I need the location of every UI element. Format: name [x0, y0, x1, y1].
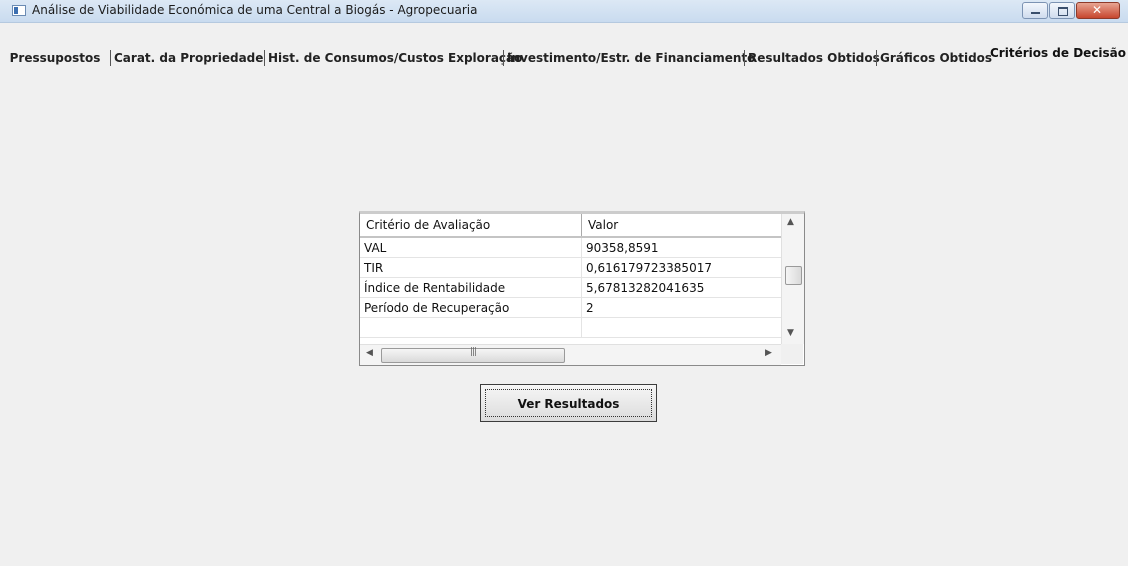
- tab-bar: Pressupostos Carat. da Propriedade Hist.…: [0, 44, 1128, 72]
- scroll-right-icon[interactable]: ▶: [765, 348, 772, 358]
- ver-resultados-label: Ver Resultados: [485, 389, 652, 417]
- cell-valor[interactable]: 0,616179723385017: [582, 258, 781, 278]
- grip-icon: |||: [470, 347, 477, 357]
- scroll-left-icon[interactable]: ◀: [366, 348, 373, 358]
- table-row-empty[interactable]: [360, 318, 781, 338]
- cell-criterio[interactable]: Período de Recuperação: [360, 298, 582, 318]
- cell-valor[interactable]: 2: [582, 298, 781, 318]
- cell-valor[interactable]: 90358,8591: [582, 238, 781, 258]
- column-header-valor[interactable]: Valor: [582, 214, 781, 236]
- cell-criterio[interactable]: Índice de Rentabilidade: [360, 278, 582, 298]
- tab-hist-consumos[interactable]: Hist. de Consumos/Custos Exploração: [268, 44, 522, 72]
- tab-separator: [110, 50, 111, 66]
- vertical-scroll-thumb[interactable]: [785, 266, 802, 285]
- tab-resultados-obtidos[interactable]: Resultados Obtidos: [748, 44, 880, 72]
- horizontal-scrollbar[interactable]: ◀ ||| ▶: [360, 344, 781, 365]
- app-window-icon[interactable]: [12, 5, 26, 16]
- tab-separator: [744, 50, 745, 66]
- cell-valor[interactable]: 5,67813282041635: [582, 278, 781, 298]
- scroll-up-icon[interactable]: ▲: [787, 217, 794, 227]
- tab-graficos-obtidos[interactable]: Gráficos Obtidos: [880, 44, 992, 72]
- tab-criterios-decisao[interactable]: Critérios de Decisão: [990, 39, 1126, 67]
- title-bar[interactable]: Análise de Viabilidade Económica de uma …: [0, 0, 1128, 23]
- ver-resultados-button[interactable]: Ver Resultados: [480, 384, 657, 422]
- table-row[interactable]: VAL 90358,8591: [360, 238, 781, 258]
- tab-investimento[interactable]: Investimento/Estr. de Financiamento: [507, 44, 755, 72]
- criteria-grid[interactable]: Critério de Avaliação Valor VAL 90358,85…: [359, 211, 805, 366]
- table-row[interactable]: Índice de Rentabilidade 5,67813282041635: [360, 278, 781, 298]
- tab-carat-propriedade[interactable]: Carat. da Propriedade: [114, 44, 263, 72]
- close-icon[interactable]: [1076, 2, 1120, 19]
- tab-separator: [503, 50, 504, 66]
- tab-separator: [876, 50, 877, 66]
- horizontal-scroll-thumb[interactable]: |||: [381, 347, 565, 363]
- window-title: Análise de Viabilidade Económica de uma …: [32, 3, 478, 17]
- maximize-icon[interactable]: [1049, 2, 1075, 19]
- cell-criterio[interactable]: VAL: [360, 238, 582, 258]
- cell-valor[interactable]: [582, 318, 781, 338]
- tab-separator: [264, 50, 265, 66]
- table-row[interactable]: Período de Recuperação 2: [360, 298, 781, 318]
- minimize-icon[interactable]: [1022, 2, 1048, 19]
- scrollbar-corner: [781, 344, 803, 364]
- tab-pressupostos[interactable]: Pressupostos: [5, 44, 105, 72]
- scroll-down-icon[interactable]: ▼: [787, 328, 794, 338]
- grid-header: Critério de Avaliação Valor: [360, 214, 781, 238]
- column-header-criterio[interactable]: Critério de Avaliação: [360, 214, 582, 236]
- vertical-scrollbar[interactable]: ▲ ▼: [781, 214, 804, 344]
- cell-criterio[interactable]: TIR: [360, 258, 582, 278]
- main-window: Análise de Viabilidade Económica de uma …: [0, 0, 1128, 566]
- table-row[interactable]: TIR 0,616179723385017: [360, 258, 781, 278]
- cell-criterio[interactable]: [360, 318, 582, 338]
